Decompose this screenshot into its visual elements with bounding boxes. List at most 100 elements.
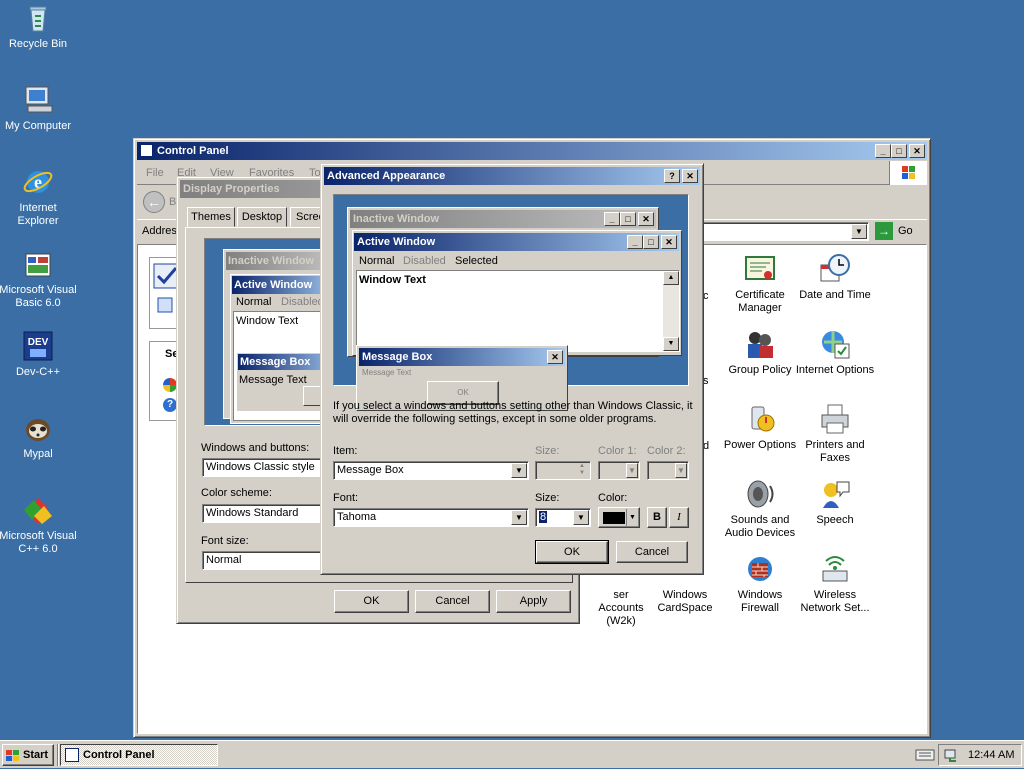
cp-item-internet-options[interactable]: Internet Options xyxy=(795,328,875,377)
windows-logo-icon xyxy=(889,161,927,185)
help-button[interactable]: ? xyxy=(664,169,680,183)
desktop-icon-dev-cpp[interactable]: DEV Dev-C++ xyxy=(0,330,78,379)
italic-button[interactable]: I xyxy=(669,507,689,528)
preview-inactive-window: Inactive Window Active Window Normal Dis… xyxy=(223,249,323,424)
aa-preview-active-titlebar: Active Window _ □ ✕ xyxy=(354,233,679,251)
windows-buttons-select[interactable]: Windows Classic style xyxy=(202,458,326,477)
advanced-appearance-titlebar[interactable]: Advanced Appearance ? ✕ xyxy=(324,167,700,185)
dev-cpp-icon: DEV xyxy=(22,330,54,362)
spinner-icon[interactable]: ▲ ▼ xyxy=(575,463,589,478)
font-select[interactable]: Tahoma ▼ xyxy=(333,508,529,527)
cp-item-speech[interactable]: Speech xyxy=(795,478,875,527)
bold-button[interactable]: B xyxy=(647,507,667,528)
tab-desktop[interactable]: Desktop xyxy=(237,207,287,227)
chevron-down-icon[interactable]: ▼ xyxy=(511,463,527,478)
font-size-label: Size: xyxy=(535,492,560,504)
maximize-button[interactable]: □ xyxy=(891,144,907,158)
taskbar-separator xyxy=(57,744,59,766)
firewall-icon xyxy=(744,553,776,585)
display-cancel-button[interactable]: Cancel xyxy=(415,590,490,613)
advanced-cancel-button[interactable]: Cancel xyxy=(616,541,688,563)
svg-text:DEV: DEV xyxy=(28,337,49,348)
network-tray-icon[interactable] xyxy=(944,748,958,762)
keyboard-icon[interactable] xyxy=(914,746,936,764)
item-select[interactable]: Message Box ▼ xyxy=(333,461,529,480)
my-computer-icon xyxy=(22,84,54,116)
back-arrow-icon[interactable]: ← xyxy=(143,191,165,213)
desktop-icon-visual-basic[interactable]: Microsoft Visual Basic 6.0 xyxy=(0,248,78,310)
chevron-down-icon[interactable]: ▼ xyxy=(573,510,589,525)
aa-preview-active-window: Active Window _ □ ✕ Normal Disabled Select… xyxy=(352,230,682,356)
chevron-down-icon[interactable]: ▼ xyxy=(511,510,527,525)
internet-explorer-icon: e xyxy=(22,166,54,198)
tab-themes[interactable]: Themes xyxy=(187,207,235,227)
desktop-icon-internet-explorer[interactable]: e Internet Explorer xyxy=(0,166,78,228)
item-size-spinner[interactable]: ▲ ▼ xyxy=(535,461,591,480)
aa-preview-message-text: Message Text xyxy=(362,368,412,377)
cp-item-certificate-manager[interactable]: Certificate Manager xyxy=(720,253,800,315)
address-input[interactable]: ▼ xyxy=(697,222,869,241)
chevron-down-icon[interactable]: ▼ xyxy=(626,463,638,478)
color-swatch xyxy=(603,512,625,524)
control-panel-titlebar[interactable]: Control Panel _ □ ✕ xyxy=(137,142,927,160)
chevron-down-icon: ▼ xyxy=(626,509,638,526)
color1-button[interactable]: ▼ xyxy=(598,461,640,480)
power-icon xyxy=(744,403,776,435)
color2-button[interactable]: ▼ xyxy=(647,461,689,480)
cp-item-power-options[interactable]: Power Options xyxy=(720,403,800,452)
close-button[interactable]: ✕ xyxy=(909,144,925,158)
display-ok-button[interactable]: OK xyxy=(334,590,409,613)
preview-active-title: Active Window xyxy=(232,276,323,294)
advanced-ok-button[interactable]: OK xyxy=(535,540,609,564)
desktop-icon-visual-cpp[interactable]: Microsoft Visual C++ 6.0 xyxy=(0,494,78,556)
control-panel-small-icon xyxy=(65,748,79,762)
cp-item-group-policy[interactable]: Group Policy xyxy=(720,328,800,377)
printer-icon xyxy=(819,403,851,435)
display-apply-button[interactable]: Apply xyxy=(496,590,571,613)
chevron-down-icon[interactable]: ▼ xyxy=(675,463,687,478)
cp-item-sounds-and-audio[interactable]: Sounds and Audio Devices xyxy=(720,478,800,540)
visual-cpp-icon xyxy=(22,494,54,526)
cp-item-wireless-network[interactable]: Wireless Network Set... xyxy=(795,553,875,615)
certificate-icon xyxy=(744,253,776,285)
control-panel-title-icon xyxy=(140,144,153,157)
override-info-text: If you select a windows and buttons sett… xyxy=(333,400,693,425)
go-button-label[interactable]: Go xyxy=(898,225,913,237)
windows-update-icon[interactable] xyxy=(163,378,177,392)
font-size-select[interactable]: 8 ▼ xyxy=(535,508,591,527)
font-size-select[interactable]: Normal xyxy=(202,551,326,570)
desktop-icon-recycle-bin[interactable]: Recycle Bin xyxy=(0,2,78,51)
appearance-preview[interactable]: Inactive Window _ □ ✕ Active Window _ □ ✕ No… xyxy=(333,194,689,411)
speaker-icon xyxy=(744,478,776,510)
taskbar-clock[interactable]: 12:44 AM xyxy=(968,749,1014,761)
cp-item-windows-firewall[interactable]: Windows Firewall xyxy=(720,553,800,615)
minimize-button[interactable]: _ xyxy=(875,144,891,158)
aa-preview-menu-selected: Selected xyxy=(455,255,498,267)
preview-message-text: Message Text xyxy=(239,374,307,386)
chevron-down-icon[interactable]: ▼ xyxy=(851,224,867,239)
preview-area: Inactive Window Active Window Normal Dis… xyxy=(204,238,324,426)
color-scheme-select[interactable]: Windows Standard xyxy=(202,504,326,523)
color2-label: Color 2: xyxy=(647,445,686,457)
help-icon[interactable]: ? xyxy=(163,398,177,412)
cp-item-date-and-time[interactable]: Date and Time xyxy=(795,253,875,302)
desktop-icon-my-computer[interactable]: My Computer xyxy=(0,84,78,133)
dialog-close-button[interactable]: ✕ xyxy=(682,169,698,183)
go-arrow-icon[interactable]: → xyxy=(875,222,893,240)
font-color-label: Color: xyxy=(598,492,628,504)
clock-icon xyxy=(819,253,851,285)
aa-preview-scrollbar: ▲ ▼ xyxy=(663,271,679,351)
start-button[interactable]: Start xyxy=(2,744,54,766)
taskbar-control-panel-button[interactable]: Control Panel xyxy=(60,744,218,766)
cp-item-printers-and-faxes[interactable]: Printers and Faxes xyxy=(795,403,875,465)
menu-file[interactable]: File xyxy=(146,167,164,179)
font-color-button[interactable]: ▼ xyxy=(598,507,640,528)
desktop-icon-mypal[interactable]: Mypal xyxy=(0,412,78,461)
group-policy-icon xyxy=(744,328,776,360)
speech-icon xyxy=(819,478,851,510)
advanced-appearance-title: Advanced Appearance xyxy=(327,170,446,182)
aa-preview-menu-normal: Normal xyxy=(359,255,395,267)
advanced-appearance-dialog[interactable]: Advanced Appearance ? ✕ Inactive Window … xyxy=(320,163,704,575)
preview-client-area: Window Text Message Box Message Text xyxy=(233,311,323,421)
display-properties-title: Display Properties xyxy=(183,183,280,195)
